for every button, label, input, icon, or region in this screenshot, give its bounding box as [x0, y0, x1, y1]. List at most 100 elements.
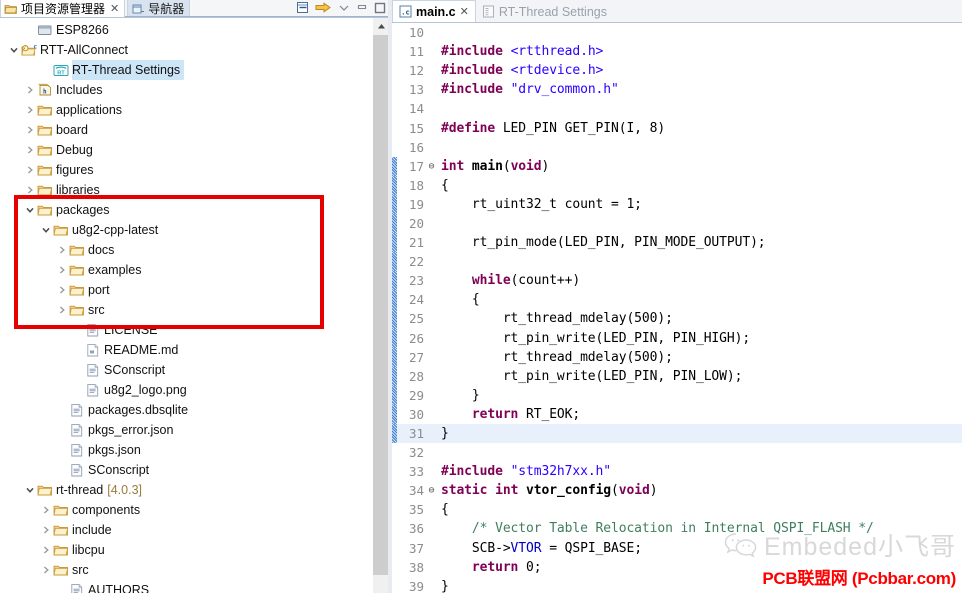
tree-item-applications[interactable]: applications: [0, 100, 370, 120]
view-menu-icon[interactable]: [338, 2, 350, 14]
code-line[interactable]: 16: [392, 138, 962, 157]
code-line[interactable]: 38 return 0;: [392, 558, 962, 577]
code-line[interactable]: 12 #include <rtdevice.h>: [392, 61, 962, 80]
left-panel-toolbar: [296, 0, 392, 17]
tree-item-authors[interactable]: AUTHORS: [0, 580, 370, 593]
tree-item-rt-thread-settings[interactable]: RT RT-Thread Settings: [0, 60, 370, 80]
code-line[interactable]: 17 ⊖ int main(void): [392, 156, 962, 176]
tree-item-libcpu[interactable]: libcpu: [0, 540, 370, 560]
chevron-down-icon[interactable]: [8, 45, 20, 55]
tab-project-explorer[interactable]: 项目资源管理器 ✕: [0, 0, 126, 17]
code-line[interactable]: 26 rt_pin_write(LED_PIN, PIN_HIGH);: [392, 328, 962, 348]
tree-item-board[interactable]: board: [0, 120, 370, 140]
chevron-down-icon[interactable]: [40, 225, 52, 235]
tree-item-rt-thread[interactable]: rt-thread [4.0.3]: [0, 480, 370, 500]
chevron-right-icon[interactable]: [56, 285, 68, 295]
tree-item-sconscript[interactable]: SConscript: [0, 460, 370, 480]
maximize-icon[interactable]: [374, 2, 386, 14]
chevron-right-icon[interactable]: [24, 165, 36, 175]
code-line[interactable]: 39}: [392, 577, 962, 593]
tree-item-license[interactable]: LICENSE: [0, 320, 370, 340]
chevron-right-icon[interactable]: [40, 505, 52, 515]
tree-item-figures[interactable]: figures: [0, 160, 370, 180]
code-line[interactable]: 33 #include "stm32h7xx.h": [392, 462, 962, 481]
tree-item-label: libcpu: [72, 540, 105, 560]
code-line[interactable]: 35 {: [392, 500, 962, 519]
minimize-icon[interactable]: [356, 2, 368, 14]
fold-collapse-icon[interactable]: ⊖: [426, 161, 437, 172]
editor-tab-main-c[interactable]: .c main.c ✕: [392, 0, 476, 22]
code-line[interactable]: 27 rt_thread_mdelay(500);: [392, 347, 962, 367]
fold-collapse-icon[interactable]: ⊖: [426, 485, 437, 496]
code-line[interactable]: 37 SCB->VTOR = QSPI_BASE;: [392, 539, 962, 558]
tree-item-includes[interactable]: h Includes: [0, 80, 370, 100]
line-number: 26: [408, 330, 424, 346]
chevron-right-icon[interactable]: [56, 305, 68, 315]
tree-item-include[interactable]: include: [0, 520, 370, 540]
code-line[interactable]: 32: [392, 443, 962, 462]
tree-item-packages-dbsqlite[interactable]: packages.dbsqlite: [0, 400, 370, 420]
project-tree[interactable]: ESP8266 c RTT-AllConnect RT RT-Thread Settin…: [0, 18, 370, 593]
link-with-editor-icon[interactable]: [315, 1, 332, 15]
tree-item-docs[interactable]: docs: [0, 240, 370, 260]
tree-item-components[interactable]: components: [0, 500, 370, 520]
tree-item-libraries[interactable]: libraries: [0, 180, 370, 200]
chevron-right-icon[interactable]: [24, 85, 36, 95]
tree-item-label: src: [72, 560, 89, 580]
tab-navigator[interactable]: 导航器: [127, 0, 191, 17]
chevron-right-icon[interactable]: [40, 565, 52, 575]
code-line[interactable]: 18 {: [392, 175, 962, 195]
code-line[interactable]: 29 }: [392, 385, 962, 405]
tree-item-esp8266[interactable]: ESP8266: [0, 20, 370, 40]
chevron-down-icon[interactable]: [24, 485, 36, 495]
tree-item-examples[interactable]: examples: [0, 260, 370, 280]
chevron-right-icon[interactable]: [24, 185, 36, 195]
chevron-right-icon[interactable]: [56, 265, 68, 275]
tree-item-src[interactable]: src: [0, 560, 370, 580]
tree-item-sconscript[interactable]: SConscript: [0, 360, 370, 380]
chevron-right-icon[interactable]: [24, 105, 36, 115]
code-line[interactable]: 24 {: [392, 290, 962, 310]
chevron-right-icon[interactable]: [56, 245, 68, 255]
code-line[interactable]: 28 rt_pin_write(LED_PIN, PIN_LOW);: [392, 366, 962, 386]
close-icon[interactable]: ✕: [460, 5, 469, 18]
code-line[interactable]: 19 rt_uint32_t count = 1;: [392, 194, 962, 214]
code-line[interactable]: 22: [392, 252, 962, 272]
code-line[interactable]: 21 rt_pin_mode(LED_PIN, PIN_MODE_OUTPUT)…: [392, 233, 962, 253]
tree-item-pkgs-json[interactable]: pkgs.json: [0, 440, 370, 460]
tree-item-rtt-allconnect[interactable]: c RTT-AllConnect: [0, 40, 370, 60]
source-code-editor[interactable]: 10 11 #include <rtthread.h> 12 #include <rtd…: [392, 23, 962, 593]
collapse-all-icon[interactable]: [296, 1, 309, 14]
tree-item-u8g2-logo-png[interactable]: u8g2_logo.png: [0, 380, 370, 400]
code-line[interactable]: 30 return RT_EOK;: [392, 404, 962, 424]
chevron-right-icon[interactable]: [24, 125, 36, 135]
code-line[interactable]: 23 while(count++): [392, 271, 962, 291]
line-number: 16: [408, 139, 424, 155]
chevron-right-icon[interactable]: [24, 145, 36, 155]
code-line[interactable]: 31}: [392, 423, 962, 444]
folder-icon: [36, 163, 54, 178]
chevron-right-icon[interactable]: [40, 545, 52, 555]
svg-text:RT: RT: [57, 70, 65, 76]
code-line[interactable]: 10: [392, 23, 962, 42]
rtthread-icon: RT: [52, 63, 70, 78]
code-line[interactable]: 36 /* Vector Table Relocation in Interna…: [392, 519, 962, 538]
code-line[interactable]: 34 ⊖ static int vtor_config(void): [392, 481, 962, 500]
tree-item-u8g2-cpp-latest[interactable]: u8g2-cpp-latest: [0, 220, 370, 240]
chevron-right-icon[interactable]: [40, 525, 52, 535]
tree-item-packages[interactable]: packages: [0, 200, 370, 220]
tree-item-pkgs-error-json[interactable]: pkgs_error.json: [0, 420, 370, 440]
tree-item-src[interactable]: src: [0, 300, 370, 320]
code-line[interactable]: 25 rt_thread_mdelay(500);: [392, 309, 962, 329]
code-line[interactable]: 11 #include <rtthread.h>: [392, 42, 962, 61]
code-line[interactable]: 15 #define LED_PIN GET_PIN(I, 8): [392, 118, 962, 137]
tree-item-debug[interactable]: Debug: [0, 140, 370, 160]
code-line[interactable]: 20: [392, 213, 962, 234]
code-line[interactable]: 14: [392, 99, 962, 118]
editor-tab-rtthread-settings[interactable]: RT-Thread Settings: [476, 1, 613, 22]
chevron-down-icon[interactable]: [24, 205, 36, 215]
code-line[interactable]: 13 #include "drv_common.h": [392, 80, 962, 99]
close-icon[interactable]: ✕: [110, 2, 119, 15]
tree-item-port[interactable]: port: [0, 280, 370, 300]
tree-item-readme-md[interactable]: w README.md: [0, 340, 370, 360]
